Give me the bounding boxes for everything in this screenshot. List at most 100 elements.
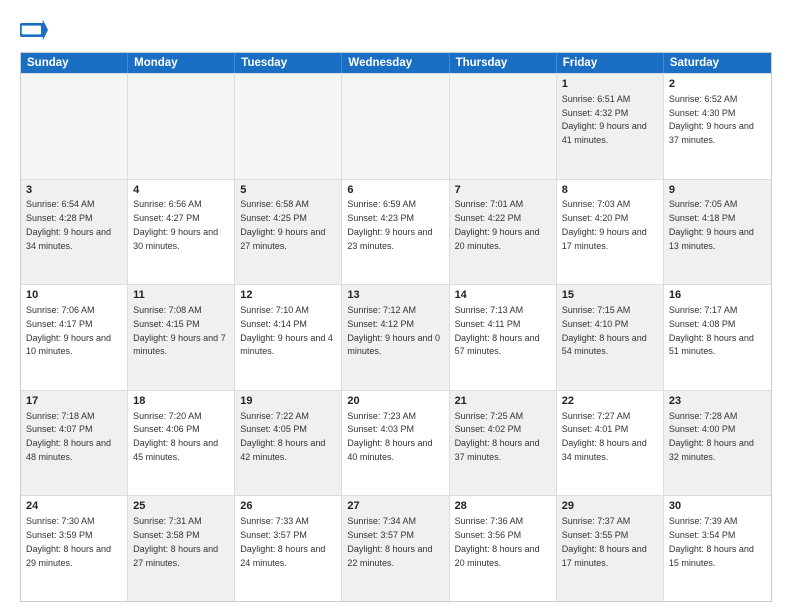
day-info: Sunrise: 7:15 AM Sunset: 4:10 PM Dayligh… xyxy=(562,305,647,356)
day-info: Sunrise: 7:33 AM Sunset: 3:57 PM Dayligh… xyxy=(240,516,325,567)
calendar-cell-empty-1 xyxy=(128,74,235,179)
day-info: Sunrise: 7:30 AM Sunset: 3:59 PM Dayligh… xyxy=(26,516,111,567)
day-info: Sunrise: 7:06 AM Sunset: 4:17 PM Dayligh… xyxy=(26,305,111,356)
calendar-row-4: 17 Sunrise: 7:18 AM Sunset: 4:07 PM Dayli… xyxy=(21,390,771,496)
day-number: 19 xyxy=(240,394,336,409)
calendar-row-1: 1 Sunrise: 6:51 AM Sunset: 4:32 PM Daylig… xyxy=(21,73,771,179)
calendar-cell-27: 27 Sunrise: 7:34 AM Sunset: 3:57 PM Dayli… xyxy=(342,496,449,601)
day-info: Sunrise: 7:20 AM Sunset: 4:06 PM Dayligh… xyxy=(133,411,218,462)
calendar-cell-14: 14 Sunrise: 7:13 AM Sunset: 4:11 PM Dayli… xyxy=(450,285,557,390)
calendar-cell-5: 5Sunrise: 6:58 AM Sunset: 4:25 PM Daylig… xyxy=(235,180,342,285)
calendar-cell-17: 17 Sunrise: 7:18 AM Sunset: 4:07 PM Dayli… xyxy=(21,391,128,496)
day-number: 12 xyxy=(240,288,336,303)
calendar-cell-30: 30 Sunrise: 7:39 AM Sunset: 3:54 PM Dayli… xyxy=(664,496,771,601)
calendar-cell-empty-2 xyxy=(235,74,342,179)
calendar-cell-empty-3 xyxy=(342,74,449,179)
calendar-cell-empty-4 xyxy=(450,74,557,179)
day-number: 10 xyxy=(26,288,122,303)
calendar-cell-24: 24 Sunrise: 7:30 AM Sunset: 3:59 PM Dayli… xyxy=(21,496,128,601)
page: SundayMondayTuesdayWednesdayThursdayFrid… xyxy=(0,0,792,612)
day-number: 21 xyxy=(455,394,551,409)
day-number: 29 xyxy=(562,499,658,514)
day-number: 3 xyxy=(26,183,122,198)
calendar-cell-11: 11 Sunrise: 7:08 AM Sunset: 4:15 PM Dayli… xyxy=(128,285,235,390)
day-number: 1 xyxy=(562,77,658,92)
header-day-wednesday: Wednesday xyxy=(342,53,449,73)
calendar-cell-empty-0 xyxy=(21,74,128,179)
calendar-cell-23: 23 Sunrise: 7:28 AM Sunset: 4:00 PM Dayli… xyxy=(664,391,771,496)
day-info: Sunrise: 7:25 AM Sunset: 4:02 PM Dayligh… xyxy=(455,411,540,462)
day-info: Sunrise: 7:08 AM Sunset: 4:15 PM Dayligh… xyxy=(133,305,226,356)
day-number: 8 xyxy=(562,183,658,198)
day-number: 27 xyxy=(347,499,443,514)
day-number: 28 xyxy=(455,499,551,514)
header-day-saturday: Saturday xyxy=(664,53,771,73)
day-info: Sunrise: 7:28 AM Sunset: 4:00 PM Dayligh… xyxy=(669,411,754,462)
day-number: 24 xyxy=(26,499,122,514)
day-info: Sunrise: 6:52 AM Sunset: 4:30 PM Dayligh… xyxy=(669,94,754,145)
day-info: Sunrise: 6:51 AM Sunset: 4:32 PM Dayligh… xyxy=(562,94,647,145)
day-info: Sunrise: 6:58 AM Sunset: 4:25 PM Dayligh… xyxy=(240,199,325,250)
day-info: Sunrise: 7:22 AM Sunset: 4:05 PM Dayligh… xyxy=(240,411,325,462)
day-info: Sunrise: 7:37 AM Sunset: 3:55 PM Dayligh… xyxy=(562,516,647,567)
calendar-cell-1: 1 Sunrise: 6:51 AM Sunset: 4:32 PM Daylig… xyxy=(557,74,664,179)
day-number: 13 xyxy=(347,288,443,303)
header-day-sunday: Sunday xyxy=(21,53,128,73)
day-info: Sunrise: 7:34 AM Sunset: 3:57 PM Dayligh… xyxy=(347,516,432,567)
day-number: 7 xyxy=(455,183,551,198)
calendar-header: SundayMondayTuesdayWednesdayThursdayFrid… xyxy=(21,53,771,73)
day-number: 15 xyxy=(562,288,658,303)
day-number: 2 xyxy=(669,77,766,92)
day-number: 18 xyxy=(133,394,229,409)
day-info: Sunrise: 7:01 AM Sunset: 4:22 PM Dayligh… xyxy=(455,199,540,250)
calendar-cell-13: 13Sunrise: 7:12 AM Sunset: 4:12 PM Dayli… xyxy=(342,285,449,390)
calendar: SundayMondayTuesdayWednesdayThursdayFrid… xyxy=(20,52,772,602)
day-number: 26 xyxy=(240,499,336,514)
day-number: 22 xyxy=(562,394,658,409)
calendar-cell-4: 4Sunrise: 6:56 AM Sunset: 4:27 PM Daylig… xyxy=(128,180,235,285)
logo-icon xyxy=(20,16,48,44)
day-info: Sunrise: 7:39 AM Sunset: 3:54 PM Dayligh… xyxy=(669,516,754,567)
calendar-cell-3: 3Sunrise: 6:54 AM Sunset: 4:28 PM Daylig… xyxy=(21,180,128,285)
day-info: Sunrise: 7:18 AM Sunset: 4:07 PM Dayligh… xyxy=(26,411,111,462)
day-number: 30 xyxy=(669,499,766,514)
day-info: Sunrise: 7:05 AM Sunset: 4:18 PM Dayligh… xyxy=(669,199,754,250)
day-info: Sunrise: 7:36 AM Sunset: 3:56 PM Dayligh… xyxy=(455,516,540,567)
calendar-body: 1 Sunrise: 6:51 AM Sunset: 4:32 PM Daylig… xyxy=(21,73,771,601)
calendar-cell-28: 28 Sunrise: 7:36 AM Sunset: 3:56 PM Dayli… xyxy=(450,496,557,601)
calendar-cell-10: 10 Sunrise: 7:06 AM Sunset: 4:17 PM Dayli… xyxy=(21,285,128,390)
day-number: 17 xyxy=(26,394,122,409)
day-number: 14 xyxy=(455,288,551,303)
calendar-cell-25: 25Sunrise: 7:31 AM Sunset: 3:58 PM Dayli… xyxy=(128,496,235,601)
day-info: Sunrise: 7:27 AM Sunset: 4:01 PM Dayligh… xyxy=(562,411,647,462)
day-info: Sunrise: 7:13 AM Sunset: 4:11 PM Dayligh… xyxy=(455,305,540,356)
calendar-cell-12: 12 Sunrise: 7:10 AM Sunset: 4:14 PM Dayli… xyxy=(235,285,342,390)
header-day-tuesday: Tuesday xyxy=(235,53,342,73)
calendar-cell-7: 7Sunrise: 7:01 AM Sunset: 4:22 PM Daylig… xyxy=(450,180,557,285)
day-info: Sunrise: 7:17 AM Sunset: 4:08 PM Dayligh… xyxy=(669,305,754,356)
calendar-cell-19: 19 Sunrise: 7:22 AM Sunset: 4:05 PM Dayli… xyxy=(235,391,342,496)
logo xyxy=(20,16,52,44)
day-info: Sunrise: 7:03 AM Sunset: 4:20 PM Dayligh… xyxy=(562,199,647,250)
day-number: 20 xyxy=(347,394,443,409)
calendar-cell-16: 16Sunrise: 7:17 AM Sunset: 4:08 PM Dayli… xyxy=(664,285,771,390)
calendar-cell-15: 15 Sunrise: 7:15 AM Sunset: 4:10 PM Dayli… xyxy=(557,285,664,390)
calendar-cell-8: 8Sunrise: 7:03 AM Sunset: 4:20 PM Daylig… xyxy=(557,180,664,285)
day-info: Sunrise: 7:10 AM Sunset: 4:14 PM Dayligh… xyxy=(240,305,333,356)
header-day-monday: Monday xyxy=(128,53,235,73)
day-number: 23 xyxy=(669,394,766,409)
day-info: Sunrise: 6:54 AM Sunset: 4:28 PM Dayligh… xyxy=(26,199,111,250)
day-number: 4 xyxy=(133,183,229,198)
calendar-cell-20: 20 Sunrise: 7:23 AM Sunset: 4:03 PM Dayli… xyxy=(342,391,449,496)
calendar-row-2: 3Sunrise: 6:54 AM Sunset: 4:28 PM Daylig… xyxy=(21,179,771,285)
day-number: 11 xyxy=(133,288,229,303)
day-info: Sunrise: 6:59 AM Sunset: 4:23 PM Dayligh… xyxy=(347,199,432,250)
header xyxy=(20,16,772,44)
calendar-cell-21: 21 Sunrise: 7:25 AM Sunset: 4:02 PM Dayli… xyxy=(450,391,557,496)
day-number: 6 xyxy=(347,183,443,198)
calendar-row-3: 10 Sunrise: 7:06 AM Sunset: 4:17 PM Dayli… xyxy=(21,284,771,390)
day-info: Sunrise: 7:23 AM Sunset: 4:03 PM Dayligh… xyxy=(347,411,432,462)
calendar-cell-9: 9Sunrise: 7:05 AM Sunset: 4:18 PM Daylig… xyxy=(664,180,771,285)
calendar-cell-6: 6Sunrise: 6:59 AM Sunset: 4:23 PM Daylig… xyxy=(342,180,449,285)
calendar-cell-26: 26 Sunrise: 7:33 AM Sunset: 3:57 PM Dayli… xyxy=(235,496,342,601)
